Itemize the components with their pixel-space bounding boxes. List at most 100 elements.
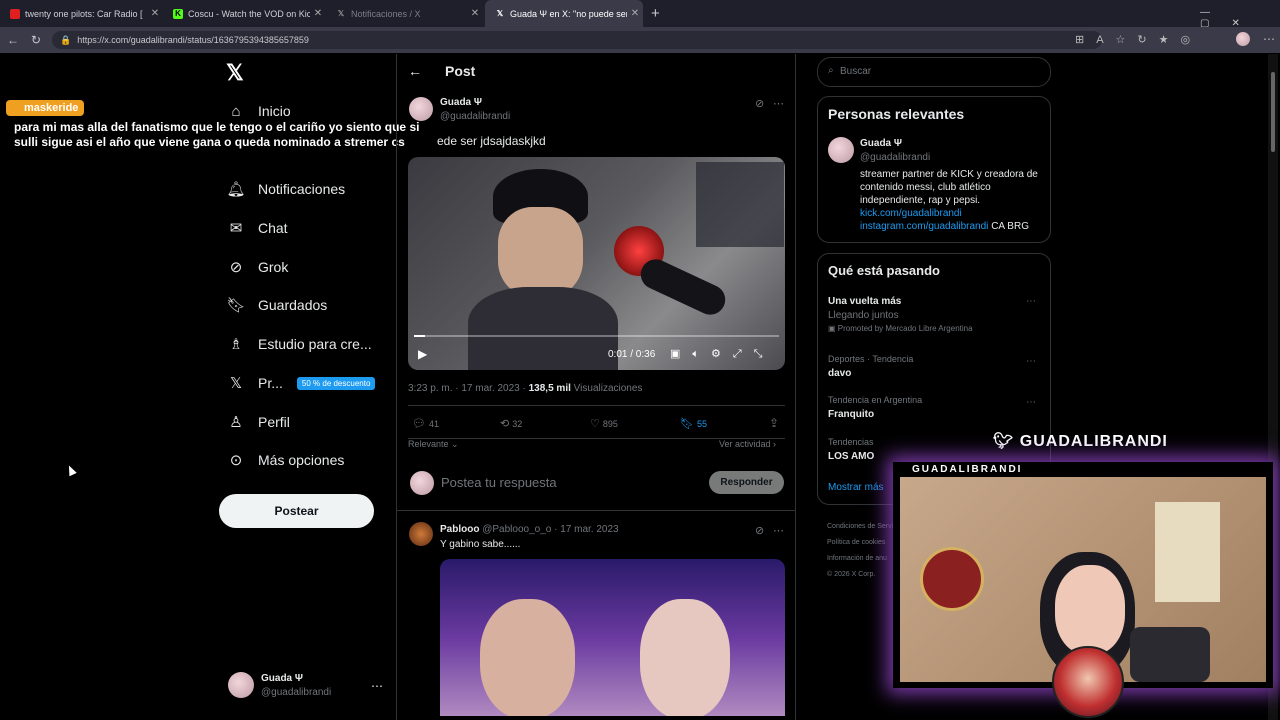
profile-avatar[interactable] [1236,32,1250,46]
reply-author-avatar[interactable] [409,522,433,546]
chat-username-badge: maskeride [6,100,85,116]
play-icon[interactable]: ▶ [418,347,427,361]
nav-item-chat[interactable]: ✉ Chat [226,213,288,243]
browser-tab-youtube[interactable]: twenty one pilots: Car Radio [ ✕ [0,0,163,27]
account-menu-icon[interactable]: ⋯ [371,679,383,693]
window-controls[interactable]: —▢✕ [1200,7,1280,29]
post-video[interactable]: ▶ 0:01 / 0:36 ▣🔈︎⚙⤢⤡ [408,157,785,370]
page-title: Post [445,63,476,79]
person-bio: streamer partner de KICK y creadora de c… [860,169,1038,232]
scrollbar-thumb[interactable] [1271,72,1275,152]
video-controls-icons[interactable]: ▣🔈︎⚙⤢⤡ [670,347,774,361]
video-progress-fill [414,335,425,337]
reply-image[interactable] [440,559,785,716]
nav-label: Más opciones [258,452,345,468]
shirt-shape [468,287,618,370]
bookmark-icon: 🔖︎ [226,297,246,314]
reply-date: · 17 mar. 2023 [554,524,619,535]
more-options-icon[interactable]: ⋯ [773,524,784,537]
search-placeholder: Buscar [840,66,872,77]
search-input[interactable]: ⌕ Buscar [817,57,1051,87]
repost-action[interactable]: ⟲ 32 [500,417,522,430]
new-tab-button[interactable]: + [651,5,660,22]
kick-icon: K [173,8,183,19]
author-handle[interactable]: @guadalibrandi [440,111,510,122]
trend-item[interactable]: Una vuelta más Llegando juntos ▣ Promote… [828,296,973,333]
trend-more-icon[interactable]: ⋯ [1026,356,1036,367]
share-icon[interactable]: ⇪ [769,416,779,430]
reply-author-handle[interactable]: @Pablooo_o_o [482,524,551,535]
discount-badge: 50 % de descuento [296,376,376,390]
grok-icon[interactable]: ⊘ [755,524,764,537]
close-icon[interactable]: ✕ [310,8,326,19]
footer-links[interactable]: Condiciones de Servicio Política de cook… [827,519,897,583]
url-bar[interactable]: 🔒 https://x.com/guadalibrandi/status/1636… [52,31,1102,49]
tab-title: Coscu - Watch the VOD on Kick [188,8,310,19]
person-icon: ♙ [229,414,243,431]
url-text: https://x.com/guadalibrandi/status/16367… [77,35,309,45]
nav-item-studio[interactable]: ♗ Estudio para cre... [226,329,372,359]
back-arrow-icon[interactable]: ← [408,63,422,79]
browser-toolbar-icons[interactable]: ⊞A☆↻★◎ [1075,33,1202,46]
grok-icon: ⊘ [229,259,243,276]
video-progress-track[interactable] [414,335,779,337]
nav-label: Guardados [258,297,328,313]
instagram-link[interactable]: instagram.com/guadalibrandi [860,221,988,232]
x-logo-icon[interactable]: 𝕏 [226,60,244,86]
post-button[interactable]: Postear [219,494,374,528]
trend-more-icon[interactable]: ⋯ [1026,296,1036,307]
browser-tab-kick[interactable]: K Coscu - Watch the VOD on Kick ✕ [163,0,326,27]
bookmark-action[interactable]: 🔖︎ 55 [680,417,707,430]
show-more-link[interactable]: Mostrar más [828,482,884,493]
trend-more-icon[interactable]: ⋯ [1026,397,1036,408]
author-avatar[interactable] [409,97,433,121]
nav-item-premium[interactable]: 𝕏 Pr... 50 % de descuento [226,368,376,398]
trend-item[interactable]: Tendencia en Argentina Franquito [828,395,922,420]
author-name[interactable]: Guada Ψ [440,97,482,108]
back-arrow-icon[interactable]: ← [7,33,19,47]
close-icon[interactable]: ✕ [147,8,163,19]
cursor-icon [65,463,77,477]
like-action[interactable]: ♡ 895 [590,417,618,430]
kick-link[interactable]: kick.com/guadalibrandi [860,208,962,219]
more-options-icon[interactable]: ⋯ [773,97,784,110]
reply-header: Pablooo @Pablooo_o_o · 17 mar. 2023 [440,524,619,535]
promoted-icon: ▣ [828,324,836,333]
reply-author-name[interactable]: Pablooo [440,524,479,535]
browser-tab-active-post[interactable]: 𝕏 Guada Ψ en X: "no puede ser jdsaj ✕ [485,0,643,27]
my-avatar [410,471,434,495]
account-avatar[interactable] [228,672,254,698]
person-avatar[interactable] [828,137,854,163]
sort-dropdown[interactable]: Relevante ⌄ [408,439,459,450]
reply-action[interactable]: 💬︎ 41 [412,417,439,430]
person-name[interactable]: Guada Ψ [860,138,902,149]
close-icon[interactable]: ✕ [467,8,483,19]
reply-input[interactable]: Postea tu respuesta [441,475,557,490]
account-name: Guada Ψ [261,673,303,684]
nav-item-bookmarks[interactable]: 🔖︎ Guardados [226,290,327,320]
nav-label: Grok [258,259,289,275]
nav-item-profile[interactable]: ♙ Perfil [226,407,290,437]
column-divider [795,54,796,720]
nav-label: Perfil [258,414,290,430]
face-shape [498,207,583,297]
menu-dots-icon[interactable]: ⋯ [1263,32,1275,46]
trend-item[interactable]: Tendencias LOS AMO [828,437,874,462]
grok-icon[interactable]: ⊘ [755,97,764,110]
divider [408,405,785,406]
nav-item-grok[interactable]: ⊘ Grok [226,252,289,282]
nav-item-notifications[interactable]: 🔔︎ Notificaciones [226,174,345,204]
mic-shape [1130,627,1210,682]
trend-item[interactable]: Deportes · Tendencia davo [828,354,913,379]
reply-button[interactable]: Responder [709,471,784,494]
post-timestamp: 3:23 p. m. · 17 mar. 2023 · 138,5 mil Vi… [408,383,643,394]
activity-link[interactable]: Ver actividad › [719,439,776,449]
bell-icon: 🔔︎ [226,181,246,198]
person-handle[interactable]: @guadalibrandi [860,152,930,163]
browser-tab-notifications[interactable]: 𝕏 Notificaciones / X ✕ [326,0,483,27]
refresh-icon[interactable]: ↻ [31,33,41,47]
nav-label: Estudio para cre... [258,336,372,352]
nav-item-more[interactable]: ⊙ Más opciones [226,445,345,475]
x-logo-icon: 𝕏 [337,9,345,18]
close-icon[interactable]: ✕ [627,8,643,19]
